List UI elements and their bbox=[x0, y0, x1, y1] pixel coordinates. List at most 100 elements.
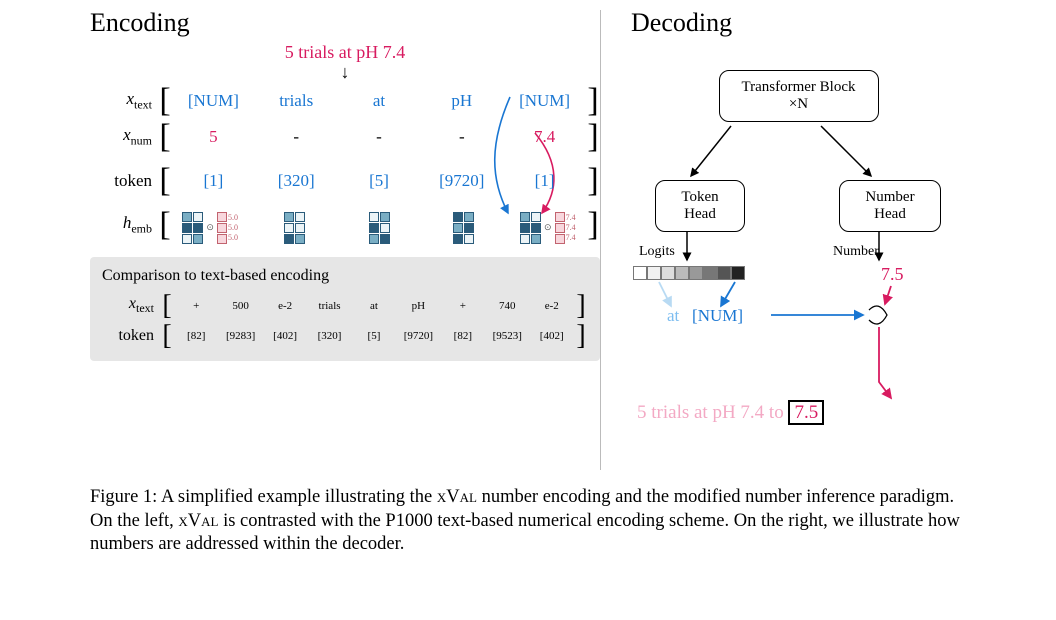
xnum-cell: - bbox=[255, 127, 338, 147]
comp-token-cell: [9283] bbox=[218, 330, 262, 342]
comp-token-cell: [82] bbox=[174, 330, 218, 342]
xnum-var: x bbox=[123, 125, 131, 144]
embedding-icon bbox=[369, 212, 390, 244]
row-x-text: xtext [ [NUM] trials at pH [NUM] ] bbox=[90, 83, 600, 119]
xtext-sub: text bbox=[134, 98, 152, 112]
row-label-xtext: xtext bbox=[90, 89, 152, 112]
figure-caption: Figure 1: A simplified example illustrat… bbox=[90, 486, 966, 557]
hadamard-icon: ⊙ bbox=[206, 222, 214, 233]
comp-xtext-cell: 740 bbox=[485, 300, 529, 312]
right-bracket-icon: ] bbox=[586, 86, 600, 116]
decoding-title: Decoding bbox=[631, 8, 966, 38]
number-output: 7.5 bbox=[881, 264, 904, 285]
figure-1: Encoding 5 trials at pH 7.4 ↓ bbox=[90, 0, 966, 557]
comp-xtext-cell: + bbox=[441, 300, 485, 312]
row-x-num: xnum [ 5 - - - 7.4 ] bbox=[90, 119, 600, 155]
left-bracket-icon: [ bbox=[158, 166, 172, 196]
number-label: Number bbox=[833, 244, 879, 260]
comp-token-cell: [5] bbox=[352, 330, 396, 342]
comp-token-cell: [320] bbox=[307, 330, 351, 342]
comp-xtext-cell: pH bbox=[396, 300, 440, 312]
comp-row-xtext: xtext [ + 500 e-2 trials at pH + 740 e-2 bbox=[102, 291, 588, 321]
comp-token-cell: [402] bbox=[530, 330, 574, 342]
xtext-cell: [NUM] bbox=[503, 91, 586, 111]
left-bracket-icon: [ bbox=[158, 86, 172, 116]
hemb-cell bbox=[425, 207, 501, 244]
hemb-cell bbox=[341, 207, 417, 244]
token-cell: [9720] bbox=[420, 171, 503, 191]
row-label-token: token bbox=[90, 171, 152, 191]
encoding-panel: Encoding 5 trials at pH 7.4 ↓ bbox=[90, 0, 600, 472]
caption-label: Figure 1: bbox=[90, 487, 157, 507]
comparison-box: Comparison to text-based encoding xtext … bbox=[90, 257, 600, 361]
token-cell: [1] bbox=[503, 171, 586, 191]
argmax-text: at [NUM] bbox=[667, 306, 743, 326]
logits-label: Logits bbox=[639, 244, 675, 260]
xnum-cell: - bbox=[420, 127, 503, 147]
right-bracket-icon: ] bbox=[574, 321, 588, 351]
row-label-xnum: xnum bbox=[90, 125, 152, 148]
comp-xtext-cell: e-2 bbox=[263, 300, 307, 312]
left-bracket-icon: [ bbox=[160, 291, 174, 321]
comp-xtext-cell: e-2 bbox=[530, 300, 574, 312]
xtext-cell: pH bbox=[420, 91, 503, 111]
right-bracket-icon: ] bbox=[586, 122, 600, 152]
caption-text: is contrasted with the P1000 text-based … bbox=[90, 511, 960, 555]
output-box: 7.5 bbox=[788, 400, 824, 425]
right-bracket-icon: ] bbox=[586, 166, 600, 196]
xnum-sub: num bbox=[131, 134, 152, 148]
xtext-cell: at bbox=[338, 91, 421, 111]
xtext-var: x bbox=[126, 89, 134, 108]
argmax-at: at bbox=[667, 306, 679, 325]
comp-token-cell: [9523] bbox=[485, 330, 529, 342]
xtext-cell: trials bbox=[255, 91, 338, 111]
comp-token-cell: [402] bbox=[263, 330, 307, 342]
left-bracket-icon: [ bbox=[160, 321, 174, 351]
hadamard-icon: ⊙ bbox=[544, 222, 552, 233]
output-sentence: 5 trials at pH 7.4 to 7.5 bbox=[637, 402, 824, 424]
left-bracket-icon: [ bbox=[158, 122, 172, 152]
right-bracket-icon: ] bbox=[586, 210, 600, 240]
token-cell: [5] bbox=[338, 171, 421, 191]
xnum-cell: - bbox=[338, 127, 421, 147]
row-hemb: hemb [ ⊙ 5.05.05.0 bbox=[90, 207, 600, 243]
token-cell: [320] bbox=[255, 171, 338, 191]
decoding-panel: Decoding bbox=[601, 0, 966, 472]
embedding-icon: ⊙ 7.47.47.4 bbox=[520, 212, 576, 244]
comp-xtext-cell: trials bbox=[307, 300, 351, 312]
encoding-title: Encoding bbox=[90, 8, 600, 38]
comp-row-token: token [ [82] [9283] [402] [320] [5] [972… bbox=[102, 321, 588, 351]
left-bracket-icon: [ bbox=[158, 210, 172, 240]
decoding-stack: Transformer Block ×N Token Head Number H… bbox=[631, 42, 966, 472]
comp-token-cell: [9720] bbox=[396, 330, 440, 342]
row-token: token [ [1] [320] [5] [9720] [1] ] bbox=[90, 163, 600, 199]
comp-xtext-cell: at bbox=[352, 300, 396, 312]
embedding-icon bbox=[284, 212, 305, 244]
encoding-rows: xtext [ [NUM] trials at pH [NUM] ] x bbox=[90, 83, 600, 243]
comparison-title: Comparison to text-based encoding bbox=[102, 267, 588, 285]
logits-strip bbox=[633, 266, 745, 280]
hemb-cell: ⊙ 7.47.47.4 bbox=[510, 207, 586, 244]
encoding-input-sentence: 5 trials at pH 7.4 bbox=[90, 42, 600, 63]
xtext-cell: [NUM] bbox=[172, 91, 255, 111]
comp-xtext-cell: + bbox=[174, 300, 218, 312]
argmax-numtoken: [NUM] bbox=[692, 306, 743, 325]
output-prefix: 5 trials at pH 7.4 to bbox=[637, 402, 788, 423]
comp-label-token: token bbox=[102, 327, 154, 345]
xnum-cell: 7.4 bbox=[503, 127, 586, 147]
number-head: Number Head bbox=[839, 180, 941, 232]
down-arrow-icon: ↓ bbox=[90, 65, 600, 79]
row-label-hemb: hemb bbox=[90, 213, 152, 236]
embedding-icon: ⊙ 5.05.05.0 bbox=[182, 212, 238, 244]
caption-text: A simplified example illustrating the bbox=[161, 487, 437, 507]
transformer-block: Transformer Block ×N bbox=[719, 70, 879, 122]
xnum-cell: 5 bbox=[172, 127, 255, 147]
right-bracket-icon: ] bbox=[574, 291, 588, 321]
comp-token-cell: [82] bbox=[441, 330, 485, 342]
embedding-icon bbox=[453, 212, 474, 244]
hemb-cell bbox=[256, 207, 332, 244]
caption-xval: xVal bbox=[437, 487, 477, 507]
token-cell: [1] bbox=[172, 171, 255, 191]
comp-label-xtext: xtext bbox=[102, 295, 154, 316]
token-head: Token Head bbox=[655, 180, 745, 232]
